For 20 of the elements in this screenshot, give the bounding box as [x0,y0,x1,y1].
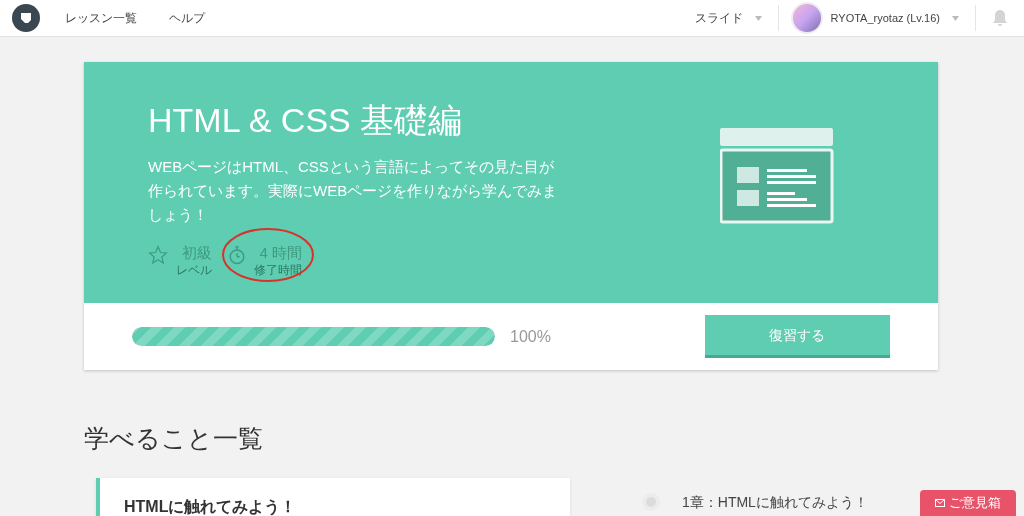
caret-icon [754,15,762,21]
course-title: HTML & CSS 基礎編 [148,100,464,141]
mode-dropdown[interactable]: スライド [694,5,779,31]
nav-link[interactable]: レッスン一覧 [65,9,137,27]
nav-link[interactable]: ヘルプ [169,9,205,27]
star-icon [148,245,168,265]
logo-icon[interactable] [12,4,40,32]
chapter-card-title: HTMLに触れてみよう！ [124,497,297,515]
user-menu[interactable]: RYOTA_ryotaz (Lv.16) [830,5,976,31]
caret-icon [952,15,959,21]
web-page-icon [720,128,834,224]
section-title: 学べること一覧 [84,423,264,454]
stopwatch-icon [228,245,246,265]
stat-label: レベル [176,263,212,278]
avatar[interactable] [790,2,823,34]
progress-reading: 100% [510,326,551,347]
course-description: WEBページはHTML、CSSという言語によってその見た目が作られています。実際にWEBページを作りながら学んでみましょう！ [148,157,558,225]
mail-icon [935,499,945,507]
feedback-button[interactable]: ご意見箱 [920,490,1016,516]
chapter-link[interactable]: 1章：HTMLに触れてみよう！ [682,491,868,513]
